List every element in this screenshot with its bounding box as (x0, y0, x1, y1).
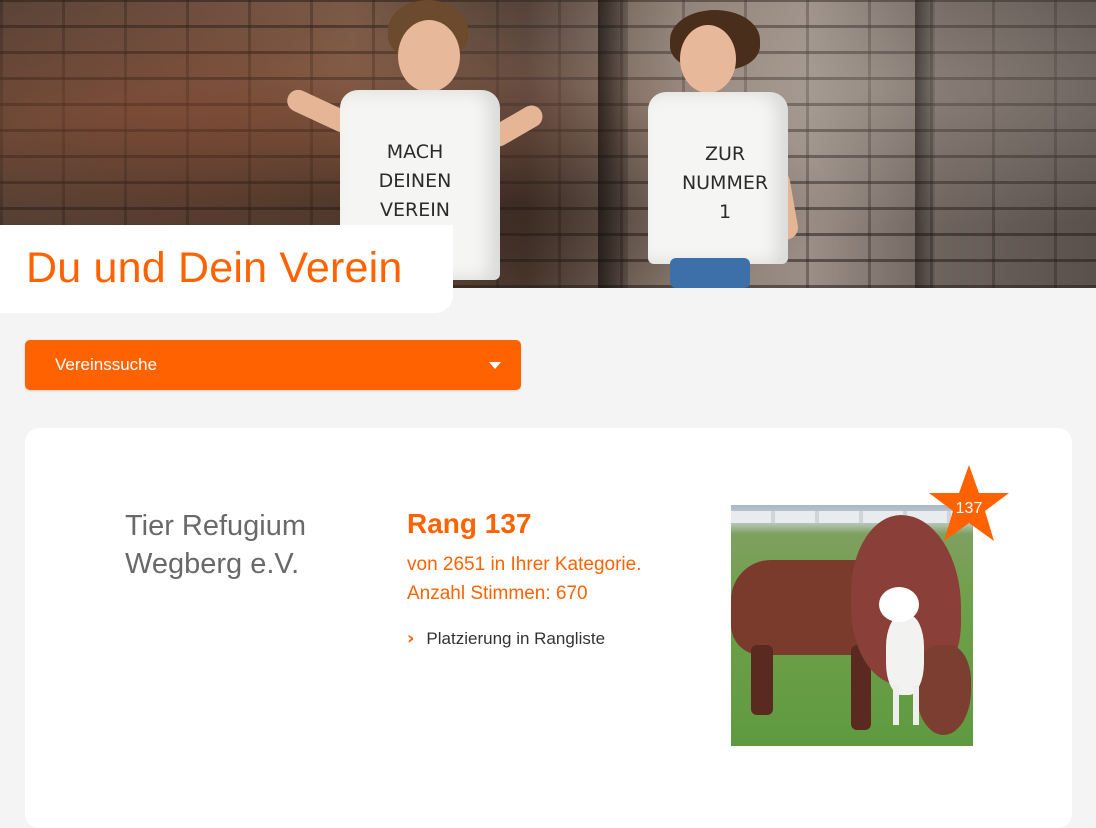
goat-leg (913, 685, 919, 725)
goat-leg (893, 685, 899, 725)
club-name: Tier Refugium Wegberg e.V. (125, 507, 375, 583)
kid-left-head (398, 20, 460, 92)
goat-head (879, 587, 919, 622)
rank-details: von 2651 in Ihrer Kategorie. Anzahl Stim… (407, 550, 642, 608)
kid-left-shirt-text: MACH DEINEN VEREIN (350, 138, 480, 225)
pony-head (916, 645, 971, 735)
club-name-line1: Tier Refugium (125, 510, 307, 542)
kid-right-head (680, 25, 736, 93)
club-search-dropdown[interactable]: Vereinssuche (25, 340, 521, 390)
brick-pillar-right (915, 0, 935, 288)
rank-category-text: von 2651 in Ihrer Kategorie. (407, 554, 642, 575)
shirt-left-line2: DEINEN (378, 170, 452, 192)
brick-pillar (598, 0, 628, 288)
rank-title: Rang 137 (407, 508, 532, 539)
caret-down-icon (489, 362, 501, 369)
club-search-label: Vereinssuche (55, 355, 158, 374)
shirt-left-line3: VEREIN (379, 199, 451, 221)
rank-badge-number: 137 (955, 500, 983, 517)
rank-votes-text: Anzahl Stimmen: 670 (407, 583, 588, 604)
kid-right-shirt-text: ZUR NUMMER 1 (670, 140, 780, 227)
ranking-list-link[interactable]: › Platzierung in Rangliste (407, 628, 605, 649)
kid-right: ZUR NUMMER 1 (640, 0, 810, 288)
page-title: Du und Dein Verein (26, 244, 403, 292)
chevron-right-icon: › (407, 628, 415, 649)
goat-body (886, 615, 924, 695)
ranking-list-link-label: Platzierung in Rangliste (426, 628, 606, 648)
club-name-line2: Wegberg e.V. (125, 548, 300, 580)
shirt-right-line1: ZUR (704, 143, 746, 165)
shirt-left-line1: MACH (386, 141, 444, 163)
kid-right-jeans (670, 258, 750, 288)
shirt-right-line2: NUMMER (681, 172, 769, 194)
pony-leg (751, 645, 773, 715)
shirt-right-line3: 1 (718, 201, 732, 223)
